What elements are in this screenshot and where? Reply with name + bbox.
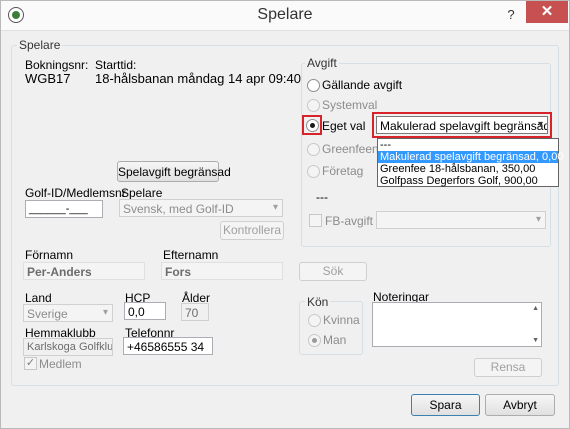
kon-group-legend: Kön bbox=[305, 295, 331, 309]
chevron-down-icon: ▾ bbox=[272, 202, 278, 213]
dropdown-option-selected[interactable]: Makulerad spelavgift begränsad, 0,00 bbox=[378, 151, 563, 163]
land-label: Land bbox=[25, 291, 52, 305]
radio-gallande-avgift[interactable] bbox=[307, 79, 320, 92]
help-button[interactable]: ? bbox=[498, 4, 524, 26]
eget-val-select[interactable]: Makulerad spelavgift begränsad, ▾ bbox=[376, 116, 548, 134]
fb-avgift-select: ▾ bbox=[376, 211, 546, 229]
fb-avgift-label: FB-avgift bbox=[325, 214, 374, 228]
efternamn-label: Efternamn bbox=[163, 248, 219, 262]
radio-systemval bbox=[307, 99, 320, 112]
rensa-button: Rensa bbox=[474, 358, 542, 377]
hemmaklubb-input: Karlskoga Golfklubb bbox=[23, 338, 113, 356]
noteringar-textarea[interactable]: ▲ ▼ bbox=[372, 302, 542, 347]
spelare-dialog: Spelare ? ✕ Spelare Bokningsnr: WGB17 St… bbox=[0, 0, 570, 429]
scroll-up-icon[interactable]: ▲ bbox=[532, 305, 539, 312]
radio-eget-val[interactable] bbox=[306, 119, 319, 132]
foretag-label: Företag bbox=[322, 164, 364, 178]
spelare-group-legend: Spelare bbox=[17, 38, 63, 52]
medlem-checkbox: ✓ bbox=[24, 357, 37, 370]
radio-man bbox=[308, 334, 321, 347]
dropdown-option[interactable]: --- bbox=[378, 139, 558, 151]
kvinna-label: Kvinna bbox=[323, 313, 360, 327]
telefon-input[interactable]: +46586555 34 bbox=[123, 337, 213, 355]
fb-avgift-checkbox bbox=[309, 214, 322, 227]
alder-input: 70 bbox=[181, 303, 209, 321]
radio-kvinna bbox=[308, 314, 321, 327]
spelare-type-select: Svensk, med Golf-ID ▾ bbox=[119, 199, 283, 217]
medlem-label: Medlem bbox=[39, 357, 82, 371]
scroll-down-icon[interactable]: ▼ bbox=[532, 337, 539, 344]
booking-label: Bokningsnr: bbox=[25, 58, 89, 72]
greenfeenr-label: Greenfeenr bbox=[322, 142, 383, 156]
golf-id-input[interactable]: ______-___ bbox=[25, 200, 103, 218]
spara-button[interactable]: Spara bbox=[411, 394, 480, 416]
window-title: Spelare bbox=[257, 6, 313, 23]
radio-foretag bbox=[307, 165, 320, 178]
fornamn-input[interactable]: Per-Anders bbox=[23, 262, 145, 280]
chevron-down-icon: ▾ bbox=[537, 119, 543, 130]
booking-value: WGB17 bbox=[25, 71, 71, 86]
land-select: Sverige ▾ bbox=[23, 304, 113, 322]
chevron-down-icon: ▾ bbox=[102, 307, 108, 318]
golf-id-label: Golf-ID/Medlemsnr bbox=[25, 186, 126, 200]
radio-greenfeenr bbox=[307, 143, 320, 156]
dashes-text: --- bbox=[316, 190, 328, 204]
start-value: 18-hålsbanan måndag 14 apr 09:40 bbox=[95, 71, 301, 86]
land-value: Sverige bbox=[27, 307, 68, 321]
avgift-group-legend: Avgift bbox=[305, 56, 339, 70]
sok-button: Sök bbox=[299, 262, 367, 281]
avbryt-button[interactable]: Avbryt bbox=[485, 394, 555, 416]
kontrollera-button: Kontrollera bbox=[220, 221, 284, 240]
spelare-type-value: Svensk, med Golf-ID bbox=[123, 202, 234, 216]
eget-val-dropdown-list: --- Makulerad spelavgift begränsad, 0,00… bbox=[377, 138, 563, 187]
efternamn-input[interactable]: Fors bbox=[161, 262, 283, 280]
hcp-input[interactable]: 0,0 bbox=[124, 302, 166, 320]
spelavgift-begransad-button[interactable]: Spelavgift begränsad bbox=[117, 161, 231, 182]
start-label: Starttid: bbox=[95, 58, 137, 72]
fornamn-label: Förnamn bbox=[25, 248, 74, 262]
gallande-avgift-label: Gällande avgift bbox=[322, 78, 403, 92]
spelare-label: Spelare bbox=[121, 186, 163, 200]
chevron-down-icon: ▾ bbox=[535, 214, 541, 225]
dropdown-option[interactable]: Golfpass Degerfors Golf, 900,00 bbox=[378, 175, 558, 187]
man-label: Man bbox=[323, 333, 347, 347]
systemval-label: Systemval bbox=[322, 98, 378, 112]
title-bar: Spelare ? ✕ bbox=[1, 1, 569, 31]
close-button[interactable]: ✕ bbox=[526, 1, 568, 23]
eget-val-label: Eget val bbox=[322, 119, 366, 133]
dropdown-option[interactable]: Greenfee 18-hålsbanan, 350,00 bbox=[378, 163, 558, 175]
eget-val-value: Makulerad spelavgift begränsad, bbox=[380, 119, 548, 133]
